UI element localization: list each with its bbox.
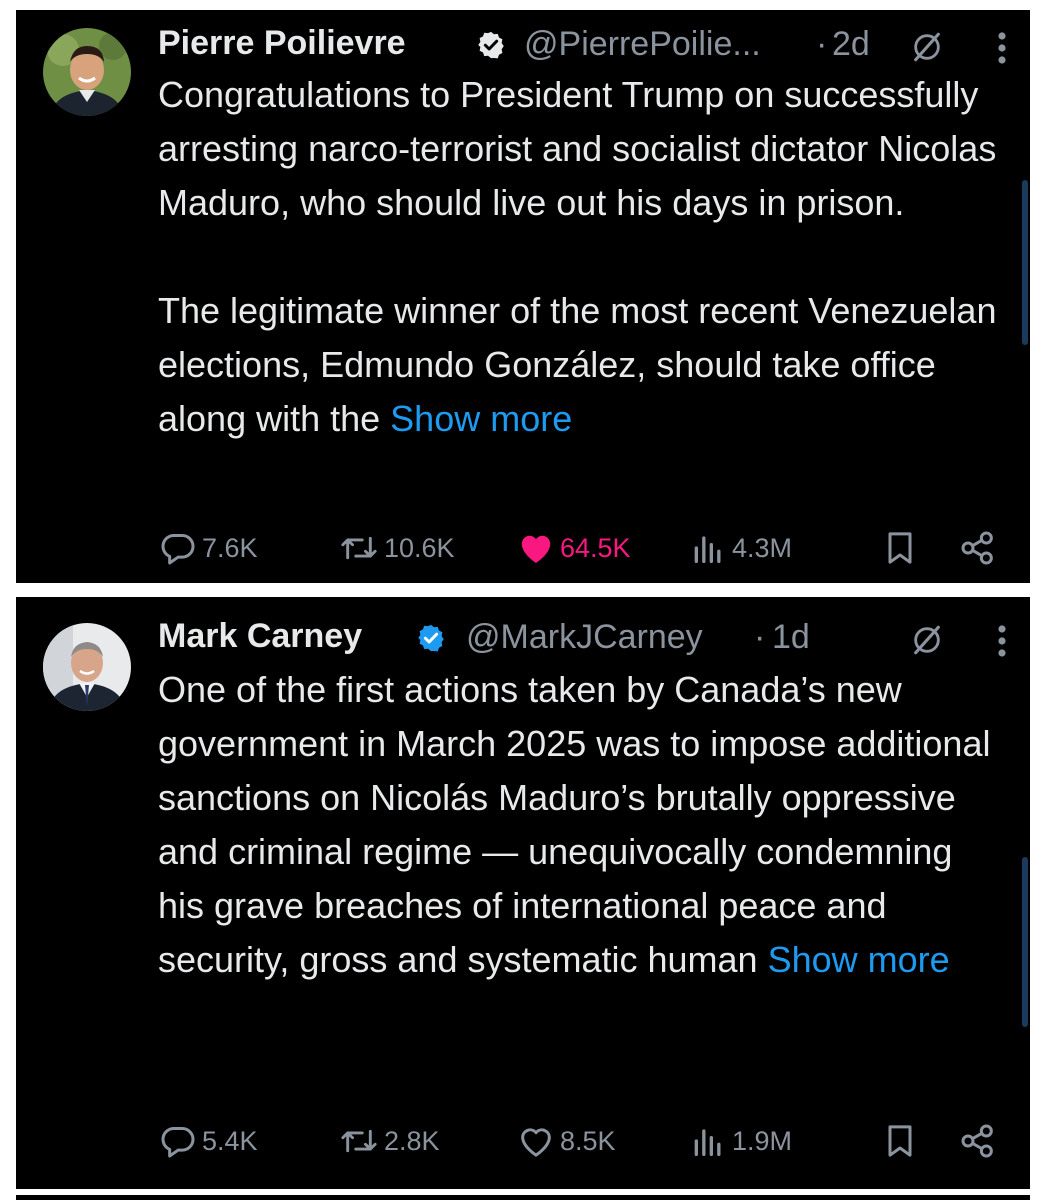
more-options-icon[interactable] [992,621,1012,661]
grok-icon[interactable] [910,623,944,657]
verified-badge-icon [478,31,504,59]
show-more-link[interactable]: Show more [768,939,950,980]
views-button[interactable]: 4.3M [688,526,792,570]
views-chart-icon [694,536,721,563]
scrollbar[interactable] [1022,180,1028,345]
bookmark-icon[interactable] [880,1121,920,1161]
timestamp[interactable]: 2d [832,25,870,64]
timestamp[interactable]: 1d [772,618,810,657]
reply-count: 5.4K [202,1125,258,1156]
reply-button[interactable]: 5.4K [158,1119,258,1163]
author-name[interactable]: Pierre Poilievre [158,24,406,63]
tweet-paragraph: Congratulations to President Trump on su… [158,74,997,223]
reply-button[interactable]: 7.6K [158,526,258,570]
heart-filled-icon [521,535,551,563]
tweet-actions: 7.6K 10.6K 64.5K 4.3M [158,526,1030,570]
repost-count: 2.8K [384,1125,440,1156]
tweet-paragraph: One of the first actions taken by Canada… [158,663,1008,987]
more-options-icon[interactable] [992,28,1012,68]
share-icon[interactable] [958,1121,998,1161]
tweet-card[interactable]: Mark Carney @MarkJCarney · 1d One of the… [16,597,1030,1189]
tweet-text: Congratulations to President Trump on su… [158,68,1008,446]
avatar[interactable] [43,28,131,116]
tweet-text: One of the first actions taken by Canada… [158,663,1008,987]
views-count: 1.9M [732,1125,793,1156]
repost-icon [341,536,377,560]
show-more-link[interactable]: Show more [390,398,572,439]
like-count: 8.5K [560,1125,616,1156]
reply-icon [161,534,195,565]
views-chart-icon [694,1129,721,1156]
separator-dot: · [754,618,766,656]
repost-button[interactable]: 2.8K [338,1119,440,1163]
heart-outline-icon [521,1128,551,1157]
scrollbar[interactable] [1022,857,1028,1027]
grok-icon[interactable] [910,30,944,64]
next-tweet-edge [16,1195,1030,1200]
share-icon[interactable] [958,528,998,568]
tweet-card[interactable]: Pierre Poilievre @PierrePoilie... · 2d C… [16,10,1030,583]
views-count: 4.3M [732,532,793,563]
separator-dot: · [816,25,828,63]
reply-count: 7.6K [202,532,258,563]
reply-icon [161,1127,195,1158]
bookmark-icon[interactable] [880,528,920,568]
tweet-paragraph-text: One of the first actions taken by Canada… [158,669,991,980]
author-handle[interactable]: @MarkJCarney [466,618,703,657]
repost-button[interactable]: 10.6K [338,526,455,570]
repost-icon [341,1129,377,1153]
like-button[interactable]: 64.5K [516,526,631,570]
verified-badge-icon [418,624,444,652]
tweet-header: Mark Carney @MarkJCarney · 1d [158,617,1030,669]
like-count: 64.5K [560,532,631,563]
author-name[interactable]: Mark Carney [158,617,362,656]
tweet-paragraph-text: The legitimate winner of the most recent… [158,290,997,439]
author-handle[interactable]: @PierrePoilie... [524,25,761,64]
repost-count: 10.6K [384,532,455,563]
avatar[interactable] [43,623,131,711]
like-button[interactable]: 8.5K [516,1119,616,1163]
views-button[interactable]: 1.9M [688,1119,792,1163]
tweet-paragraph: The legitimate winner of the most recent… [158,284,1008,446]
tweet-actions: 5.4K 2.8K 8.5K 1.9M [158,1119,1030,1163]
